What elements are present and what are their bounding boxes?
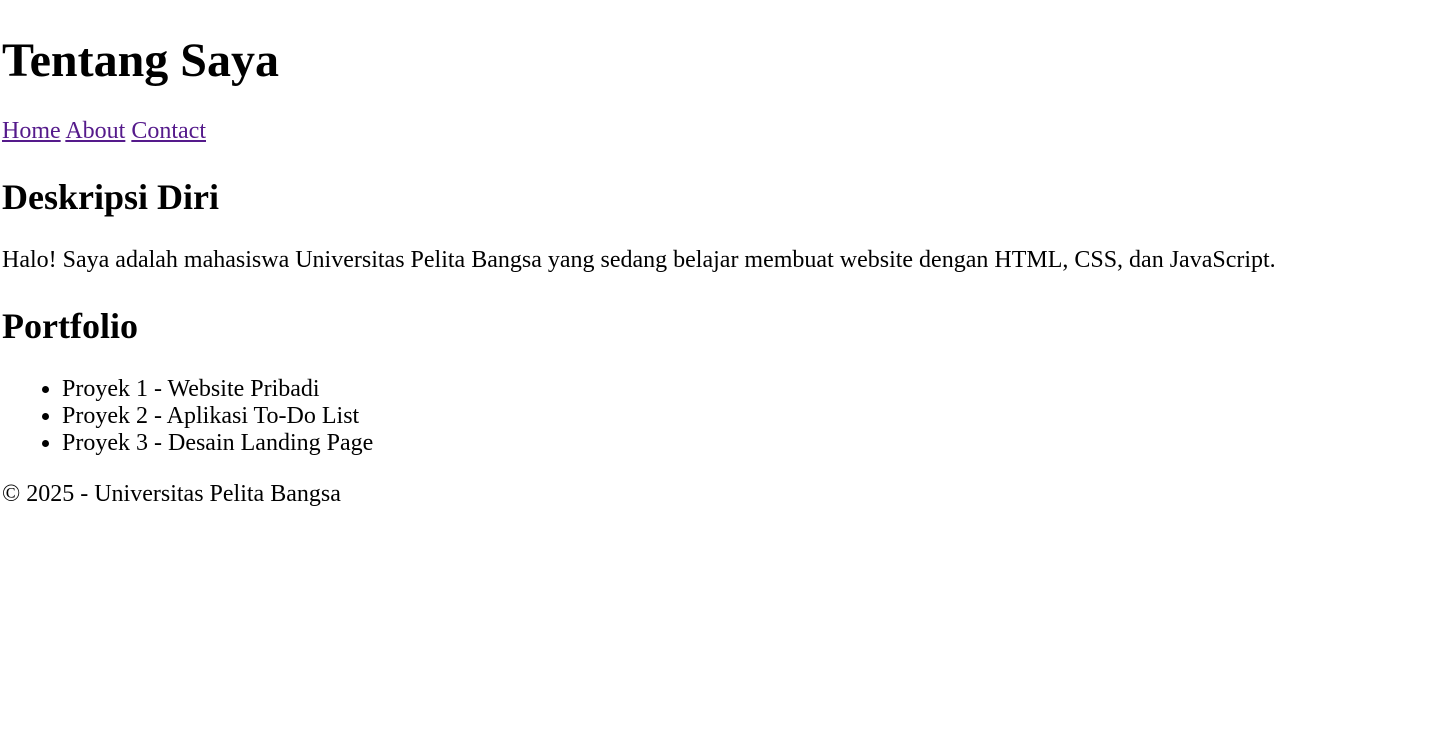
portfolio-item: Proyek 3 - Desain Landing Page [62,430,373,457]
page-title: Tentang Saya [2,34,279,87]
portfolio-list: Proyek 1 - Website Pribadi Proyek 2 - Ap… [2,376,373,457]
portfolio-item: Proyek 1 - Website Pribadi [62,376,373,403]
main-nav: Home About Contact [2,118,206,145]
nav-link-home[interactable]: Home [2,118,61,144]
about-heading: Deskripsi Diri [2,177,220,217]
portfolio-item: Proyek 2 - Aplikasi To-Do List [62,403,373,430]
nav-link-about[interactable]: About [65,118,125,144]
portfolio-heading: Portfolio [2,306,138,346]
nav-link-contact[interactable]: Contact [131,118,206,144]
footer-text: © 2025 - Universitas Pelita Bangsa [2,481,341,507]
about-text: Halo! Saya adalah mahasiswa Universitas … [2,247,1276,273]
page: Tentang Saya Home About Contact Deskrips… [0,0,1447,740]
